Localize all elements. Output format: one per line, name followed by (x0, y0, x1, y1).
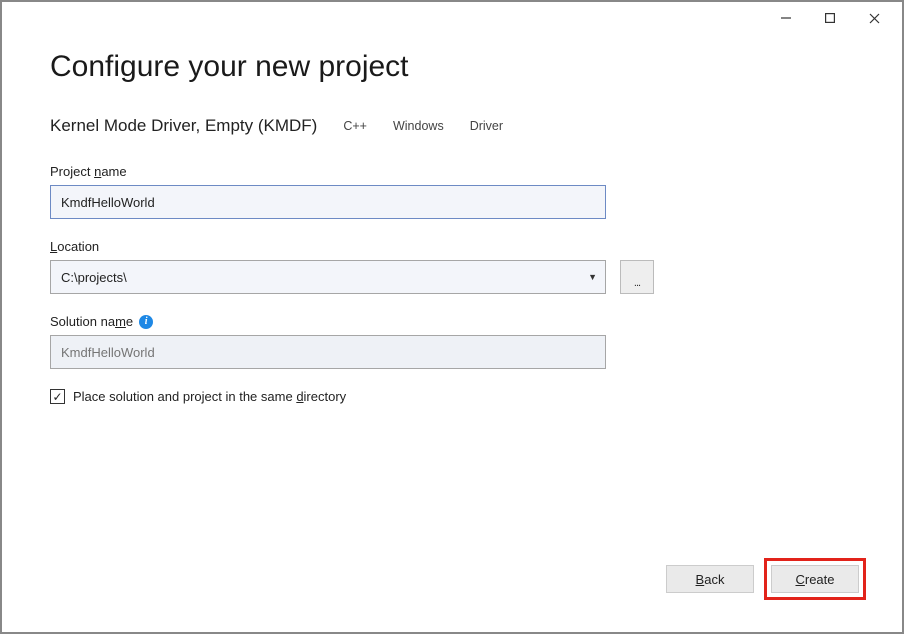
tag: Windows (387, 117, 450, 135)
location-value: C:\projects\ (61, 270, 127, 285)
page-title: Configure your new project (50, 50, 854, 84)
browse-button[interactable]: ... (620, 260, 654, 294)
template-row: Kernel Mode Driver, Empty (KMDF) C++ Win… (50, 116, 854, 136)
location-combobox[interactable]: C:\projects\ ▼ (50, 260, 606, 294)
close-button[interactable] (852, 4, 896, 32)
minimize-button[interactable] (764, 4, 808, 32)
template-name: Kernel Mode Driver, Empty (KMDF) (50, 116, 317, 136)
create-highlight: Create (764, 558, 866, 600)
chevron-down-icon: ▼ (588, 272, 597, 282)
same-directory-label: Place solution and project in the same d… (73, 389, 346, 404)
solution-name-label: Solution name i (50, 314, 854, 329)
solution-name-input (50, 335, 606, 369)
tag: Driver (464, 117, 509, 135)
location-label: Location (50, 239, 854, 254)
back-button[interactable]: Back (666, 565, 754, 593)
maximize-button[interactable] (808, 4, 852, 32)
info-icon[interactable]: i (139, 315, 153, 329)
same-directory-checkbox[interactable]: ✓ (50, 389, 65, 404)
tag: C++ (337, 117, 373, 135)
create-button[interactable]: Create (771, 565, 859, 593)
project-name-input[interactable] (50, 185, 606, 219)
project-name-label: Project name (50, 164, 854, 179)
